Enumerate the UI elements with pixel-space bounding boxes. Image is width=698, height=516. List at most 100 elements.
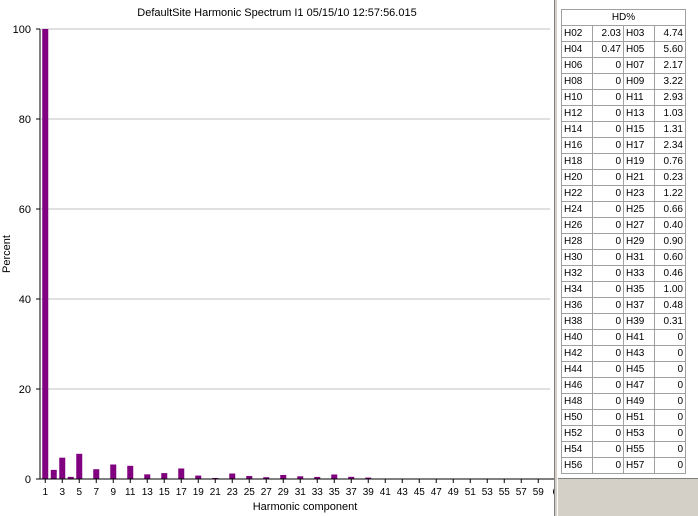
y-tick-label: 80 — [19, 114, 31, 126]
harmonic-value-cell: 0 — [592, 441, 624, 458]
harmonic-bar — [110, 464, 117, 479]
x-tick-label: 37 — [346, 487, 358, 498]
x-tick-label: 55 — [499, 487, 511, 498]
harmonic-value-cell: 1.31 — [654, 121, 686, 138]
x-tick-label: 7 — [93, 487, 99, 498]
hd-table-body: H02 2.03 H03 4.74 H04 0.47 H05 5.60 H06 0 H07 2.17 H… — [561, 25, 686, 474]
harmonic-bar — [280, 474, 287, 479]
hd-table-row: H56 0 H57 0 — [561, 457, 686, 474]
y-tick-label: 20 — [19, 384, 31, 396]
chart-title: DefaultSite Harmonic Spectrum I1 05/15/1… — [137, 7, 416, 19]
harmonic-label-cell: H22 — [561, 185, 593, 202]
harmonic-label-cell: H32 — [561, 265, 593, 282]
spectrum-chart-panel: DefaultSite Harmonic Spectrum I1 05/15/1… — [0, 0, 554, 516]
harmonic-label-cell: H18 — [561, 153, 593, 170]
harmonic-value-cell: 0.90 — [654, 233, 686, 250]
harmonic-value-cell: 0 — [592, 137, 624, 154]
x-tick-label: 43 — [397, 487, 409, 498]
hd-table-row: H04 0.47 H05 5.60 — [561, 41, 686, 58]
hd-table-row: H24 0 H25 0.66 — [561, 201, 686, 218]
harmonic-bar — [178, 468, 185, 479]
harmonic-value-cell: 0 — [592, 57, 624, 74]
spectrum-chart: DefaultSite Harmonic Spectrum I1 05/15/1… — [1, 7, 554, 513]
harmonic-label-cell: H09 — [623, 73, 655, 90]
harmonic-value-cell: 0 — [592, 281, 624, 298]
hd-table-row: H06 0 H07 2.17 — [561, 57, 686, 74]
harmonic-value-cell: 0 — [592, 329, 624, 346]
harmonic-label-cell: H51 — [623, 409, 655, 426]
harmonic-bar — [50, 469, 57, 479]
bar-layer — [42, 29, 372, 479]
harmonic-value-cell: 0.23 — [654, 169, 686, 186]
harmonic-label-cell: H41 — [623, 329, 655, 346]
harmonic-value-cell: 0 — [654, 425, 686, 442]
harmonic-value-cell: 0 — [592, 409, 624, 426]
x-axis-title: Harmonic component — [253, 501, 358, 513]
x-tick-label: 39 — [363, 487, 375, 498]
harmonic-value-cell: 0 — [592, 185, 624, 202]
harmonic-value-cell: 2.17 — [654, 57, 686, 74]
harmonic-value-cell: 0 — [592, 345, 624, 362]
harmonic-value-cell: 1.03 — [654, 105, 686, 122]
x-tick-label: 9 — [110, 487, 116, 498]
harmonic-value-cell: 0 — [592, 153, 624, 170]
harmonic-value-cell: 0.40 — [654, 217, 686, 234]
harmonic-label-cell: H36 — [561, 297, 593, 314]
hd-table-scroll-area[interactable]: HD% H02 2.03 H03 4.74 H04 0.47 H05 5.60 H06 0 H07 2… — [558, 0, 698, 479]
harmonic-value-cell: 0 — [592, 73, 624, 90]
harmonic-label-cell: H08 — [561, 73, 593, 90]
harmonic-value-cell: 0.60 — [654, 249, 686, 266]
hd-table-row: H54 0 H55 0 — [561, 441, 686, 458]
y-tick-label: 60 — [19, 204, 31, 216]
hd-table-panel: HD% H02 2.03 H03 4.74 H04 0.47 H05 5.60 H06 0 H07 2… — [558, 0, 698, 516]
harmonic-label-cell: H37 — [623, 297, 655, 314]
harmonic-value-cell: 0 — [592, 361, 624, 378]
x-tick-label: 17 — [176, 487, 188, 498]
x-tick-label: 49 — [448, 487, 460, 498]
x-tick-label: 45 — [414, 487, 426, 498]
hd-table-row: H44 0 H45 0 — [561, 361, 686, 378]
x-tick-label: 1 — [42, 487, 48, 498]
x-tick-label: 27 — [261, 487, 273, 498]
harmonic-label-cell: H57 — [623, 457, 655, 474]
harmonic-label-cell: H45 — [623, 361, 655, 378]
x-tick-label: 33 — [312, 487, 324, 498]
harmonic-label-cell: H23 — [623, 185, 655, 202]
harmonic-bar — [195, 475, 202, 479]
hd-table-row: H36 0 H37 0.48 — [561, 297, 686, 314]
harmonic-label-cell: H50 — [561, 409, 593, 426]
x-tick-label: 11 — [125, 487, 136, 498]
harmonic-value-cell: 0 — [592, 425, 624, 442]
hd-table-row: H28 0 H29 0.90 — [561, 233, 686, 250]
harmonic-label-cell: H53 — [623, 425, 655, 442]
harmonic-label-cell: H19 — [623, 153, 655, 170]
harmonic-bar — [331, 474, 338, 479]
x-tick-label: 59 — [533, 487, 545, 498]
harmonic-bar — [93, 469, 100, 479]
harmonic-value-cell: 0 — [592, 233, 624, 250]
harmonic-label-cell: H10 — [561, 89, 593, 106]
y-tick-label: 40 — [19, 294, 31, 306]
hd-table-row: H32 0 H33 0.46 — [561, 265, 686, 282]
harmonic-value-cell: 0 — [592, 121, 624, 138]
harmonic-label-cell: H48 — [561, 393, 593, 410]
harmonic-label-cell: H15 — [623, 121, 655, 138]
harmonic-bar — [76, 453, 83, 479]
hd-table-row: H46 0 H47 0 — [561, 377, 686, 394]
harmonic-label-cell: H44 — [561, 361, 593, 378]
hd-table-row: H30 0 H31 0.60 — [561, 249, 686, 266]
harmonic-value-cell: 4.74 — [654, 25, 686, 42]
harmonic-value-cell: 0 — [592, 249, 624, 266]
harmonic-bar — [229, 473, 236, 479]
harmonic-bar — [127, 465, 134, 479]
harmonic-value-cell: 0.47 — [592, 41, 624, 58]
harmonic-value-cell: 0 — [654, 393, 686, 410]
harmonic-value-cell: 1.00 — [654, 281, 686, 298]
harmonic-label-cell: H16 — [561, 137, 593, 154]
harmonic-label-cell: H20 — [561, 169, 593, 186]
y-tick-label: 100 — [13, 24, 31, 36]
x-tick-label: 57 — [516, 487, 528, 498]
harmonic-label-cell: H28 — [561, 233, 593, 250]
x-tick-label: 19 — [193, 487, 205, 498]
x-tick-label: 3 — [59, 487, 65, 498]
